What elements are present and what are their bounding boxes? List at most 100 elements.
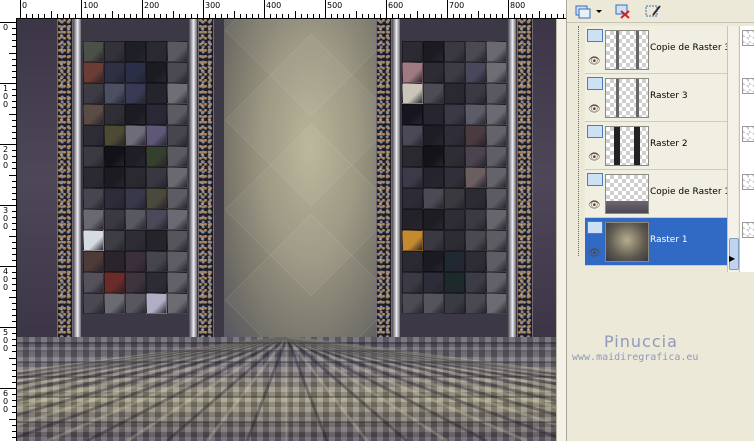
mosaic-left-tile: [167, 209, 188, 230]
mosaic-right-tile: [423, 41, 444, 62]
layer-row[interactable]: 👁 Copie de Raster 3: [585, 26, 731, 74]
ruler-top-label: 400: [266, 1, 282, 10]
layer-row[interactable]: 👁 Raster 1: [585, 218, 727, 266]
layer-list: 👁 Copie de Raster 3 👁 Raster 3 👁 Raster 2 👁 Cop…: [585, 26, 731, 272]
mosaic-left-tile: [146, 41, 167, 62]
chevron-down-icon: [596, 10, 602, 13]
rod-right-1: [392, 19, 400, 337]
mosaic-left-tile: [125, 104, 146, 125]
mosaic-right-tile: [444, 167, 465, 188]
mosaic-left-tile: [83, 125, 104, 146]
background-left: [17, 19, 57, 339]
eye-icon[interactable]: 👁: [588, 104, 601, 115]
layer-row[interactable]: 👁 Copie de Raster 1: [585, 170, 731, 218]
ruler-left-label: 1 0 0: [3, 84, 9, 109]
layer-row[interactable]: 👁 Raster 2: [585, 122, 727, 170]
mosaic-left-tile: [167, 146, 188, 167]
mosaic-right-tile: [486, 125, 507, 146]
mosaic-right-tile: [465, 104, 486, 125]
mosaic-left-tile: [125, 188, 146, 209]
mosaic-left-tile: [167, 41, 188, 62]
canvas-window[interactable]: 0 100 200 300 400 500 600 700 800 0 1 0 0 2 0 0 3 0…: [0, 0, 566, 441]
layer-properties-icon: [645, 5, 661, 17]
raster-layer-icon: [587, 77, 603, 90]
mosaic-panel-left: [83, 41, 188, 314]
mosaic-right-tile: [423, 188, 444, 209]
mosaic-right-tile: [444, 62, 465, 83]
mosaic-left-tile: [146, 272, 167, 293]
mosaic-left-tile: [104, 146, 125, 167]
layer-name: Raster 3: [650, 91, 688, 101]
perspective-floor: [17, 337, 556, 441]
eye-icon[interactable]: 👁: [588, 152, 601, 163]
layer-name: Raster 1: [650, 235, 688, 245]
mosaic-right-tile: [465, 167, 486, 188]
delete-layer-button[interactable]: [613, 2, 633, 20]
glitter-strip-left-1: [57, 19, 73, 337]
mosaic-right-tile: [486, 62, 507, 83]
ruler-left-label: 4 0 0: [3, 267, 9, 292]
canvas-vertical-scrollbar[interactable]: [556, 19, 566, 441]
mosaic-right-tile: [423, 293, 444, 314]
ruler-left-label: 2 0 0: [3, 145, 9, 170]
mosaic-right-tile: [423, 251, 444, 272]
mosaic-left-tile: [104, 272, 125, 293]
layer-tree-line: [578, 26, 579, 256]
mosaic-left-tile: [104, 125, 125, 146]
ruler-left-label: 3 0 0: [3, 206, 9, 231]
mosaic-left-tile: [146, 167, 167, 188]
mosaic-right-tile: [402, 293, 423, 314]
mosaic-left-tile: [104, 293, 125, 314]
layer-thumbnail: [605, 174, 649, 214]
layer-name: Copie de Raster 1: [650, 187, 731, 197]
mosaic-left-tile: [125, 230, 146, 251]
new-layer-button[interactable]: [573, 2, 593, 20]
mosaic-right-tile: [423, 272, 444, 293]
mosaic-left-tile: [146, 104, 167, 125]
raster-layer-icon: [587, 29, 603, 42]
mosaic-right-tile: [444, 251, 465, 272]
mosaic-right-tile: [402, 251, 423, 272]
layer-name: Copie de Raster 3: [650, 43, 731, 53]
document-canvas[interactable]: [17, 19, 556, 441]
mosaic-right-tile: [402, 62, 423, 83]
mosaic-left-tile: [146, 251, 167, 272]
mosaic-left-tile: [83, 251, 104, 272]
mosaic-left-tile: [125, 125, 146, 146]
ruler-top-label: 800: [510, 1, 526, 10]
mosaic-right-tile: [465, 41, 486, 62]
mosaic-left-tile: [167, 272, 188, 293]
new-layer-dropdown[interactable]: [593, 2, 613, 20]
raster-layer-icon: [587, 173, 603, 186]
expand-arrow-icon[interactable]: ▶: [729, 254, 735, 263]
mosaic-left-tile: [104, 167, 125, 188]
layer-list-scrollbar[interactable]: [727, 26, 739, 272]
mosaic-right-tile: [465, 146, 486, 167]
ruler-top-label: 100: [83, 1, 99, 10]
new-layer-icon: [575, 5, 591, 19]
mosaic-left-tile: [167, 104, 188, 125]
mosaic-left-tile: [104, 62, 125, 83]
watermark-url: www.maidiregrafica.eu: [572, 352, 699, 363]
layer-row[interactable]: 👁 Raster 3: [585, 74, 727, 122]
mosaic-right-tile: [444, 293, 465, 314]
eye-icon[interactable]: 👁: [588, 248, 601, 259]
layer-properties-button[interactable]: [643, 2, 663, 20]
mosaic-right-tile: [486, 272, 507, 293]
mosaic-left-tile: [146, 146, 167, 167]
mosaic-left-tile: [83, 41, 104, 62]
mosaic-left-tile: [83, 293, 104, 314]
mosaic-left-tile: [83, 146, 104, 167]
mosaic-left-tile: [146, 293, 167, 314]
mosaic-right-tile: [465, 125, 486, 146]
mosaic-left-tile: [83, 104, 104, 125]
eye-icon[interactable]: 👁: [588, 56, 601, 67]
mosaic-left-tile: [146, 125, 167, 146]
mosaic-left-tile: [146, 188, 167, 209]
mosaic-right-tile: [402, 125, 423, 146]
mosaic-right-tile: [444, 272, 465, 293]
eye-icon[interactable]: 👁: [588, 200, 601, 211]
layer-thumbnail: [605, 30, 649, 70]
mosaic-left-tile: [167, 230, 188, 251]
mosaic-left-tile: [125, 41, 146, 62]
